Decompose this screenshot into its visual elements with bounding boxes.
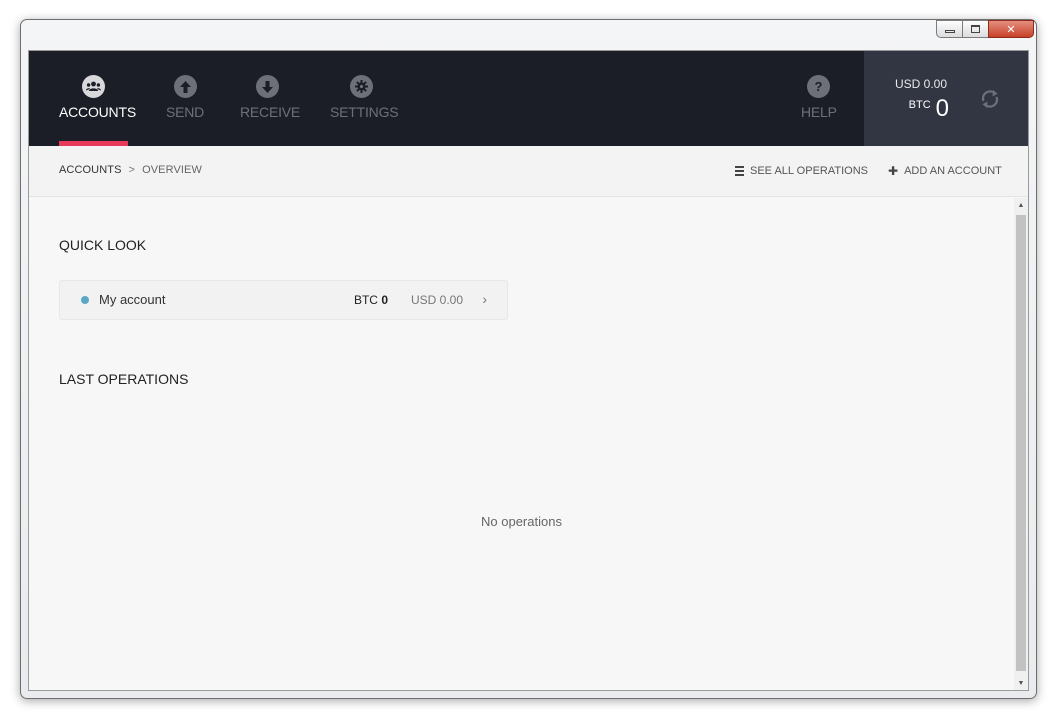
scroll-up-icon[interactable]: ▲ bbox=[1014, 198, 1028, 213]
breadcrumb: ACCOUNTS > OVERVIEW bbox=[59, 164, 202, 176]
breadcrumb-separator: > bbox=[128, 164, 136, 176]
minimize-button[interactable] bbox=[936, 20, 963, 38]
maximize-button[interactable] bbox=[962, 20, 989, 38]
quick-look-title: QUICK LOOK bbox=[59, 237, 147, 253]
gear-icon bbox=[350, 75, 373, 98]
balance-panel: USD 0.00 BTC 0 bbox=[864, 51, 1028, 146]
account-row[interactable]: My account BTC 0 USD 0.00 › bbox=[59, 280, 508, 320]
scrollbar-thumb[interactable] bbox=[1016, 215, 1026, 671]
nav-settings[interactable]: SETTINGS bbox=[330, 51, 399, 146]
balance-usd: USD 0.00 bbox=[894, 77, 947, 91]
last-operations-title: LAST OPERATIONS bbox=[59, 371, 189, 387]
chevron-right-icon: › bbox=[482, 291, 487, 307]
nav-send[interactable]: SEND bbox=[164, 51, 206, 146]
account-usd-balance: USD 0.00 bbox=[410, 293, 463, 307]
help-icon: ? bbox=[807, 75, 830, 98]
breadcrumb-overview: OVERVIEW bbox=[142, 164, 202, 176]
balance-btc-value: 0 bbox=[935, 95, 949, 122]
list-icon bbox=[735, 164, 744, 178]
account-btc-value: 0 bbox=[381, 293, 388, 307]
arrow-down-icon bbox=[255, 75, 279, 98]
minimize-icon bbox=[944, 30, 955, 33]
users-icon bbox=[82, 75, 105, 98]
top-navigation-bar: ACCOUNTS SEND RECEIVE SETTINGS ? HELP US… bbox=[29, 51, 1028, 146]
account-status-dot bbox=[81, 296, 89, 304]
window-controls: ✕ bbox=[936, 20, 1034, 38]
plus-icon: ✚ bbox=[888, 164, 899, 178]
app-window: ✕ ACCOUNTS SEND RECEIVE SETTINGS ? HELP … bbox=[20, 19, 1037, 699]
nav-accounts-label: ACCOUNTS bbox=[59, 104, 136, 120]
balance-btc-unit: BTC bbox=[908, 99, 931, 111]
add-account-button[interactable]: ✚ ADD AN ACCOUNT bbox=[888, 164, 1002, 178]
account-btc-balance: BTC 0 bbox=[354, 293, 388, 307]
balance-btc: BTC 0 bbox=[909, 95, 949, 123]
account-name: My account bbox=[99, 292, 166, 307]
vertical-scrollbar[interactable]: ▲ ▼ bbox=[1014, 198, 1028, 690]
account-btc-unit: BTC bbox=[353, 293, 378, 307]
close-button[interactable]: ✕ bbox=[988, 20, 1034, 38]
nav-help-label: HELP bbox=[801, 104, 837, 120]
breadcrumb-bar: ACCOUNTS > OVERVIEW SEE ALL OPERATIONS ✚ A… bbox=[29, 146, 1028, 197]
breadcrumb-accounts[interactable]: ACCOUNTS bbox=[59, 164, 122, 176]
scroll-down-icon[interactable]: ▼ bbox=[1014, 676, 1028, 690]
nav-help[interactable]: ? HELP bbox=[801, 51, 837, 146]
add-account-label: ADD AN ACCOUNT bbox=[904, 165, 1002, 177]
refresh-icon[interactable] bbox=[978, 87, 1002, 111]
nav-receive-label: RECEIVE bbox=[240, 104, 301, 120]
nav-receive[interactable]: RECEIVE bbox=[240, 51, 301, 146]
see-all-operations-button[interactable]: SEE ALL OPERATIONS bbox=[735, 164, 868, 178]
nav-accounts[interactable]: ACCOUNTS bbox=[59, 51, 136, 146]
app-content: ACCOUNTS SEND RECEIVE SETTINGS ? HELP US… bbox=[28, 50, 1029, 691]
arrow-up-icon bbox=[173, 75, 197, 98]
empty-operations-message: No operations bbox=[481, 514, 562, 529]
main-content: QUICK LOOK My account BTC 0 USD 0.00 › L… bbox=[29, 197, 1014, 690]
close-icon: ✕ bbox=[1006, 23, 1016, 36]
see-all-operations-label: SEE ALL OPERATIONS bbox=[750, 165, 868, 177]
maximize-icon bbox=[971, 25, 980, 33]
nav-send-label: SEND bbox=[165, 104, 205, 120]
nav-settings-label: SETTINGS bbox=[330, 104, 399, 120]
